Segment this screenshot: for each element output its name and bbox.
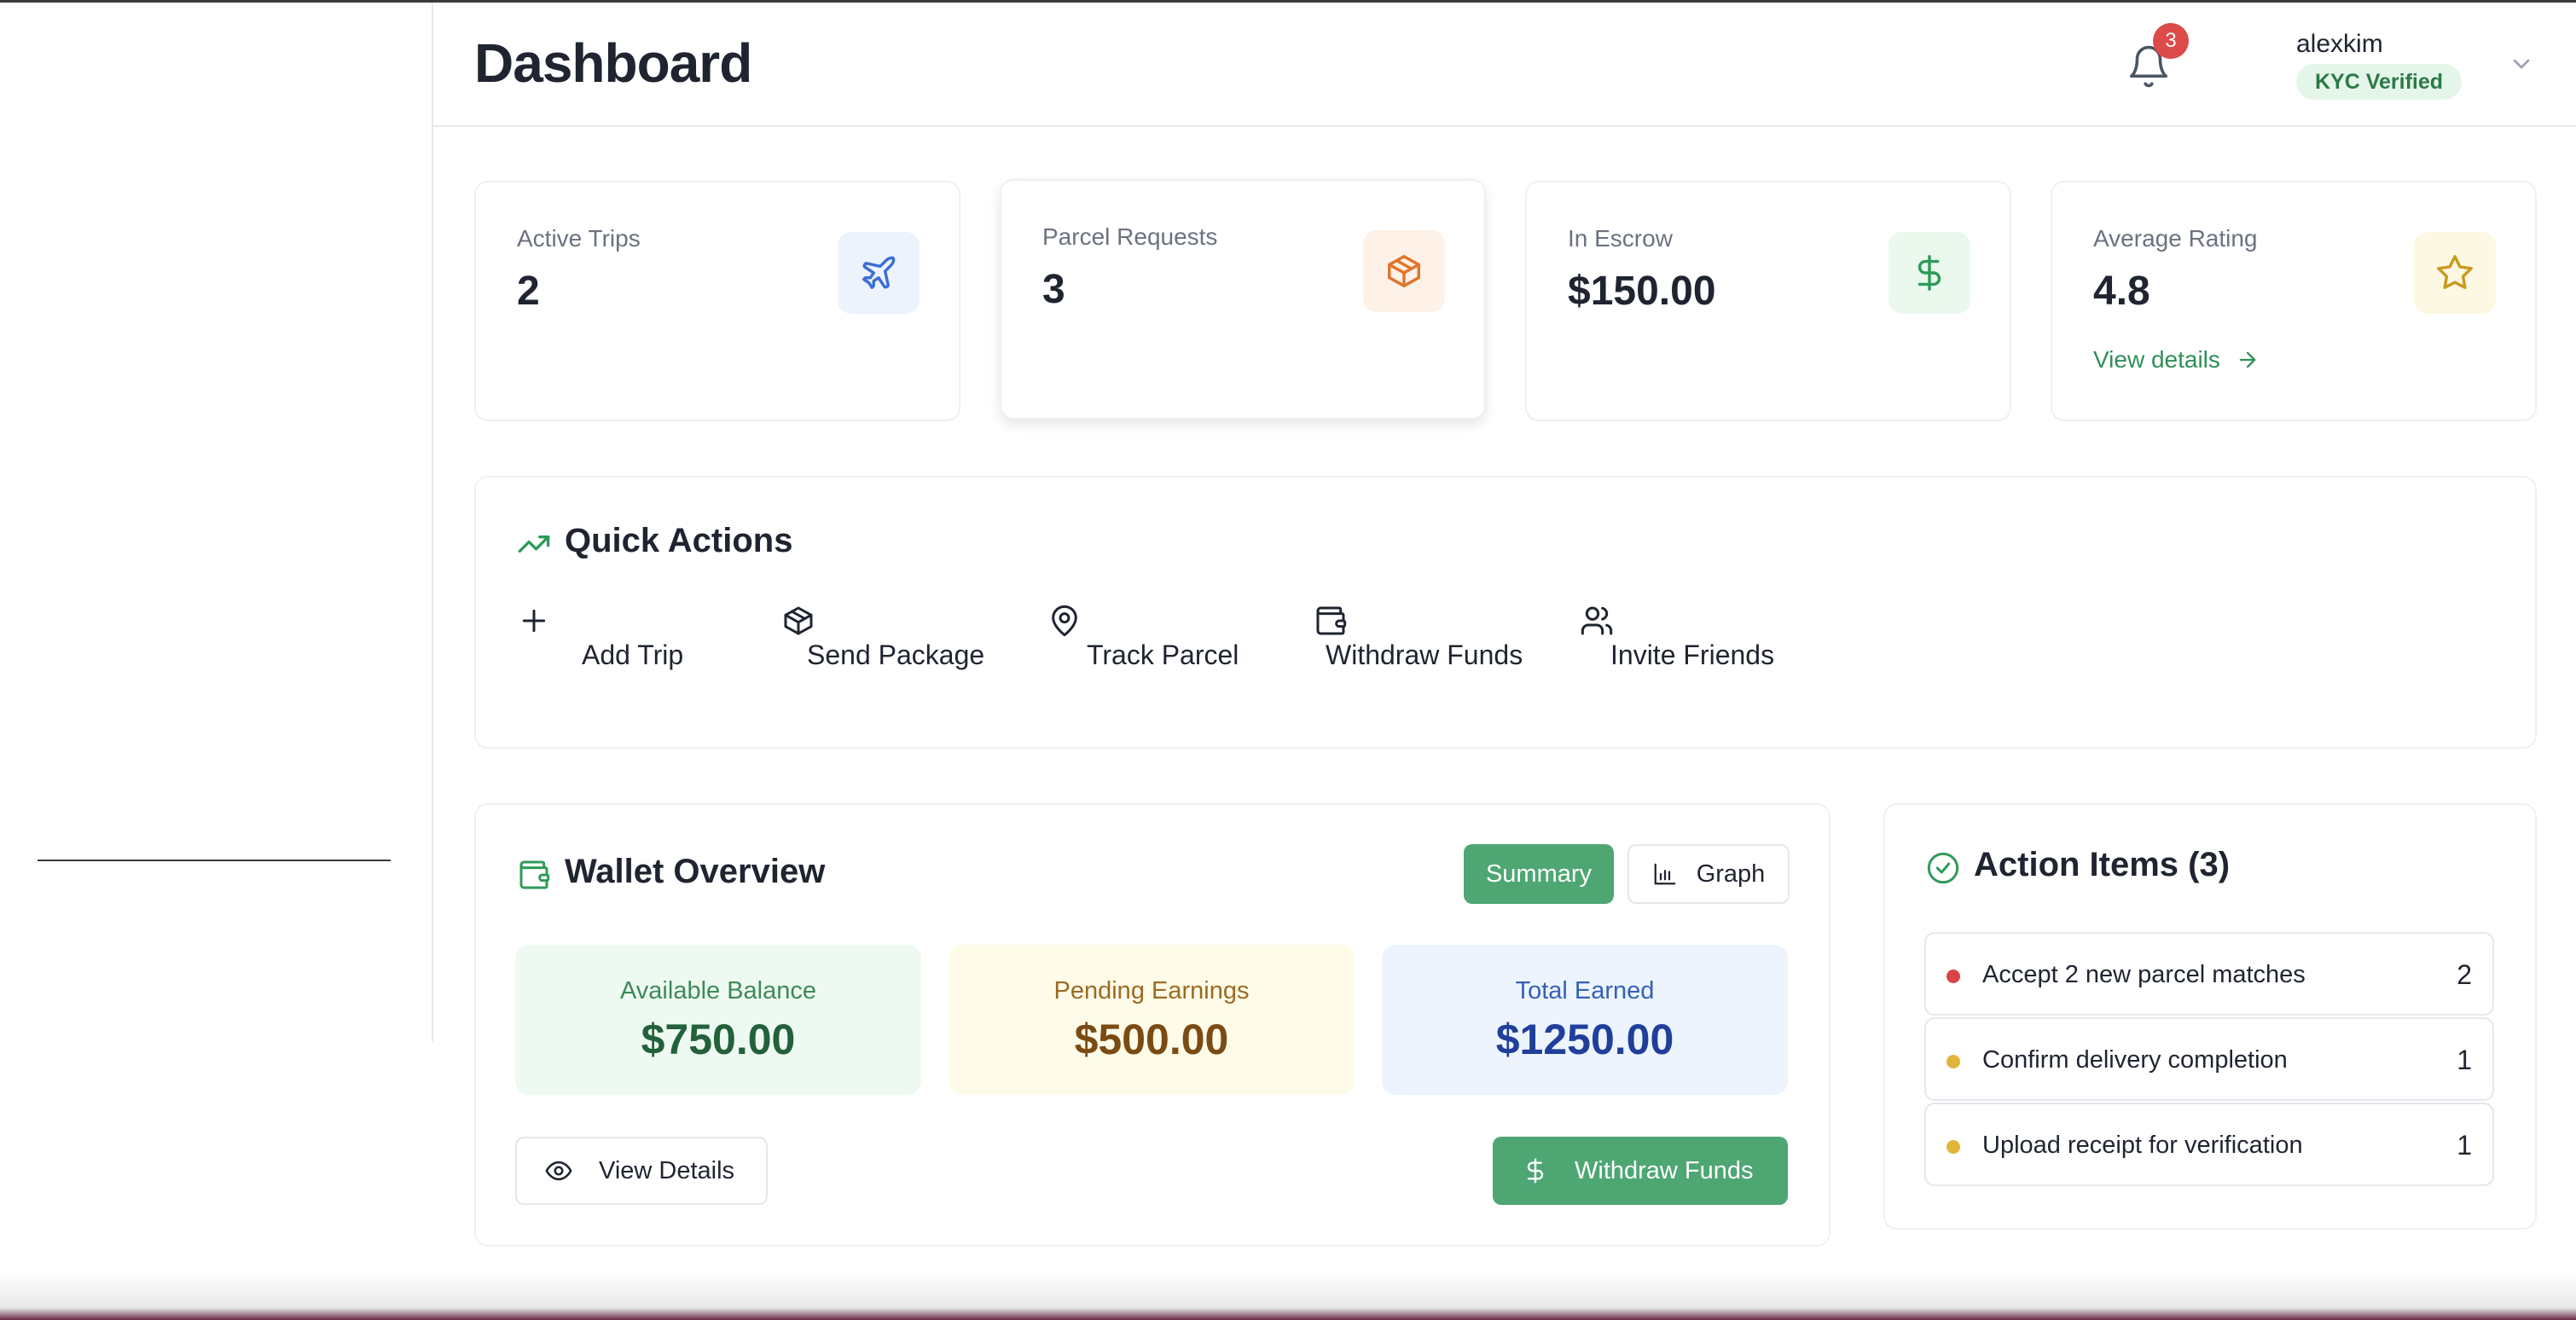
quick-action-send-package[interactable]: Send Package [781,604,1003,686]
stat-icon-container [1888,232,1970,314]
tab-summary-label: Summary [1485,860,1593,888]
priority-dot [1947,970,1960,983]
dollar-icon [1527,1158,1544,1184]
stat-value: 3 [1042,267,1065,312]
map-pin-icon [1052,605,1077,637]
username[interactable]: alexkim [2296,30,2383,59]
bar-chart-icon [1654,863,1676,885]
action-item-row[interactable]: Upload receipt for verification 1 [1924,1103,2494,1186]
action-item-count: 1 [2457,1130,2472,1161]
stat-label: Parcel Requests [1042,223,1218,250]
plus-icon [522,609,546,633]
quick-action-add-trip[interactable]: Add Trip [517,604,688,686]
stat-label: Average Rating [2093,225,2258,252]
sidebar-divider [38,860,391,861]
balance-label: Available Balance [619,977,817,1004]
stat-icon-container [838,232,920,314]
quick-action-label: Track Parcel [1087,640,1239,670]
action-items-title: Action Items (3) [1974,846,2231,883]
sidebar [0,3,433,1041]
window-bottom-edge [0,1271,2576,1320]
action-item-count: 2 [2457,959,2472,990]
wallet-icon [1316,606,1347,635]
top-header: Dashboard 3 alexkim KYC Verified [433,3,2576,127]
stat-value: 4.8 [2093,269,2150,314]
quick-action-track-parcel[interactable]: Track Parcel [1047,604,1252,686]
quick-action-label: Withdraw Funds [1326,640,1523,670]
trending-up-icon [518,536,550,553]
stat-icon-container [1363,230,1445,312]
wallet-icon [519,860,550,889]
stat-value: $150.00 [1568,269,1716,314]
view-details-link[interactable]: View details [2093,346,2260,373]
action-item-row[interactable]: Accept 2 new parcel matches 2 [1924,932,2494,1016]
tab-graph-label: Graph [1696,860,1766,888]
stat-card-average-rating[interactable]: Average Rating 4.8 View details [2051,181,2537,421]
stat-label: Active Trips [517,225,641,252]
package-icon [784,606,813,635]
action-item-label: Confirm delivery completion [1982,1046,2288,1074]
arrow-right-icon [2239,351,2256,368]
view-details-label: View details [2093,346,2220,373]
page-title: Dashboard [474,32,752,94]
check-circle-icon [1927,852,1959,884]
stat-icon-container [2414,232,2496,314]
tab-graph[interactable]: Graph [1627,844,1790,904]
action-item-row[interactable]: Confirm delivery completion 1 [1924,1017,2494,1101]
tab-summary[interactable]: Summary [1464,844,1614,904]
action-item-count: 1 [2457,1045,2472,1075]
balance-value: $1250.00 [1495,1016,1674,1063]
quick-action-label: Add Trip [582,640,684,670]
star-icon [2437,255,2473,289]
chevron-down-icon[interactable] [2508,50,2535,78]
quick-action-invite-friends[interactable]: Invite Friends [1580,604,1801,686]
view-details-button[interactable]: View Details [515,1137,768,1205]
total-earned-card: Total Earned $1250.00 [1382,945,1788,1095]
stat-card-parcel-requests[interactable]: Parcel Requests 3 [1000,179,1486,420]
notification-count-badge: 3 [2153,23,2189,59]
balance-label: Pending Earnings [1053,977,1250,1004]
package-icon [1388,255,1420,287]
balance-value: $750.00 [641,1016,796,1063]
stat-label: In Escrow [1568,225,1673,252]
action-item-label: Upload receipt for verification [1982,1132,2303,1159]
view-details-button-label: View Details [599,1156,735,1184]
quick-actions-title: Quick Actions [565,522,793,559]
withdraw-funds-button[interactable]: Withdraw Funds [1493,1137,1788,1205]
pending-earnings-card: Pending Earnings $500.00 [949,945,1355,1095]
quick-actions-panel: Quick Actions Add Trip Send Package Trac… [474,476,2537,749]
quick-action-withdraw-funds[interactable]: Withdraw Funds [1314,604,1552,686]
plane-icon [862,256,896,289]
stat-card-active-trips[interactable]: Active Trips 2 [474,181,960,421]
users-icon [1581,606,1613,635]
eye-icon [545,1161,572,1181]
available-balance-card: Available Balance $750.00 [515,945,921,1095]
priority-dot [1947,1055,1960,1068]
balance-value: $500.00 [1074,1016,1229,1063]
wallet-overview-title: Wallet Overview [565,853,826,890]
withdraw-funds-button-label: Withdraw Funds [1575,1156,1754,1184]
action-item-label: Accept 2 new parcel matches [1982,961,2306,988]
stat-card-in-escrow[interactable]: In Escrow $150.00 [1525,181,2011,421]
stat-value: 2 [517,269,540,314]
dollar-icon [1917,255,1941,291]
quick-action-label: Invite Friends [1610,640,1775,670]
quick-action-label: Send Package [807,640,985,670]
kyc-status-badge: KYC Verified [2296,64,2463,100]
balance-label: Total Earned [1515,977,1655,1004]
priority-dot [1947,1140,1960,1154]
